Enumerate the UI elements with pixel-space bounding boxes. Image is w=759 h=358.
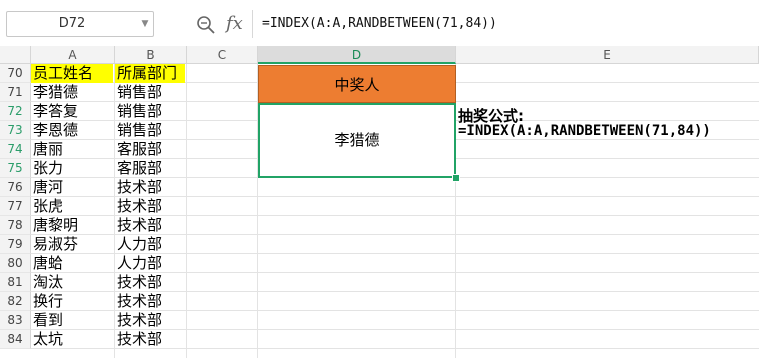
employee-name-cell[interactable]: 淘汰 xyxy=(31,273,113,292)
department-cell[interactable]: 技术部 xyxy=(115,273,185,292)
employee-name-cell[interactable]: 李猎德 xyxy=(31,83,113,102)
column-header-c[interactable]: C xyxy=(187,46,258,64)
department-cell[interactable]: 技术部 xyxy=(115,216,185,235)
row-header[interactable]: 73 xyxy=(0,121,31,140)
department-cell[interactable]: 技术部 xyxy=(115,311,185,330)
spreadsheet-grid[interactable]: A B C D E 70 员工姓名 所属部门 71 李猎德 销售部 72 李答复 销售部 73 李恩… xyxy=(0,46,759,358)
gridline xyxy=(186,64,187,358)
department-cell[interactable]: 技术部 xyxy=(115,330,185,349)
employee-name-cell[interactable]: 张虎 xyxy=(31,197,113,216)
row-header[interactable]: 76 xyxy=(0,178,31,197)
employee-name-cell[interactable]: 换行 xyxy=(31,292,113,311)
employee-name-cell[interactable]: 易淑芬 xyxy=(31,235,113,254)
department-cell[interactable]: 销售部 xyxy=(115,102,185,121)
formula-input[interactable]: =INDEX(A:A,RANDBETWEEN(71,84)) xyxy=(262,11,497,37)
row-header[interactable]: 82 xyxy=(0,292,31,311)
formula-bar: D72 ▼ fx =INDEX(A:A,RANDBETWEEN(71,84)) xyxy=(0,0,759,46)
employee-name-cell[interactable]: 太坑 xyxy=(31,330,113,349)
row-header[interactable]: 83 xyxy=(0,311,31,330)
row-header[interactable]: 72 xyxy=(0,102,31,121)
employee-name-cell[interactable]: 唐丽 xyxy=(31,140,113,159)
row-header[interactable]: 78 xyxy=(0,216,31,235)
row-header[interactable]: 79 xyxy=(0,235,31,254)
name-box[interactable]: D72 ▼ xyxy=(6,11,154,37)
employee-name-cell[interactable]: 唐河 xyxy=(31,178,113,197)
zoom-icon[interactable] xyxy=(196,15,216,35)
employee-name-cell[interactable]: 看到 xyxy=(31,311,113,330)
department-cell[interactable]: 技术部 xyxy=(115,292,185,311)
column-header-b[interactable]: B xyxy=(115,46,187,64)
employee-name-cell[interactable]: 张力 xyxy=(31,159,113,178)
name-column-header-cell[interactable]: 员工姓名 xyxy=(31,64,113,83)
row-header[interactable]: 77 xyxy=(0,197,31,216)
department-cell[interactable]: 人力部 xyxy=(115,235,185,254)
column-header-a[interactable]: A xyxy=(31,46,115,64)
chevron-down-icon[interactable]: ▼ xyxy=(139,12,151,36)
department-cell[interactable]: 客服部 xyxy=(115,140,185,159)
department-cell[interactable]: 人力部 xyxy=(115,254,185,273)
fx-icon[interactable]: fx xyxy=(226,11,243,37)
formula-divider xyxy=(252,10,253,38)
department-cell[interactable]: 客服部 xyxy=(115,159,185,178)
lottery-note-formula: =INDEX(A:A,RANDBETWEEN(71,84)) xyxy=(458,123,711,139)
department-cell[interactable]: 销售部 xyxy=(115,83,185,102)
row-header[interactable]: 81 xyxy=(0,273,31,292)
row-header[interactable]: 84 xyxy=(0,330,31,349)
winner-header-cell[interactable]: 中奖人 xyxy=(258,65,456,103)
employee-name-cell[interactable]: 唐蛤 xyxy=(31,254,113,273)
dept-column-header-cell[interactable]: 所属部门 xyxy=(115,64,185,83)
department-cell[interactable]: 销售部 xyxy=(115,121,185,140)
row-header[interactable]: 70 xyxy=(0,64,31,83)
row-header[interactable]: 71 xyxy=(0,83,31,102)
select-all-corner[interactable] xyxy=(0,46,31,64)
employee-name-cell[interactable]: 李答复 xyxy=(31,102,113,121)
column-header-e[interactable]: E xyxy=(456,46,759,64)
employee-name-cell[interactable]: 李恩德 xyxy=(31,121,113,140)
department-cell[interactable]: 技术部 xyxy=(115,178,185,197)
winner-cell[interactable]: 李猎德 xyxy=(258,103,456,178)
column-header-d[interactable]: D xyxy=(258,46,456,64)
row-header[interactable]: 74 xyxy=(0,140,31,159)
employee-name-cell[interactable]: 唐黎明 xyxy=(31,216,113,235)
row-header[interactable]: 75 xyxy=(0,159,31,178)
name-box-value: D72 xyxy=(58,16,86,31)
department-cell[interactable]: 技术部 xyxy=(115,197,185,216)
fill-handle[interactable] xyxy=(452,174,460,182)
row-header[interactable]: 80 xyxy=(0,254,31,273)
